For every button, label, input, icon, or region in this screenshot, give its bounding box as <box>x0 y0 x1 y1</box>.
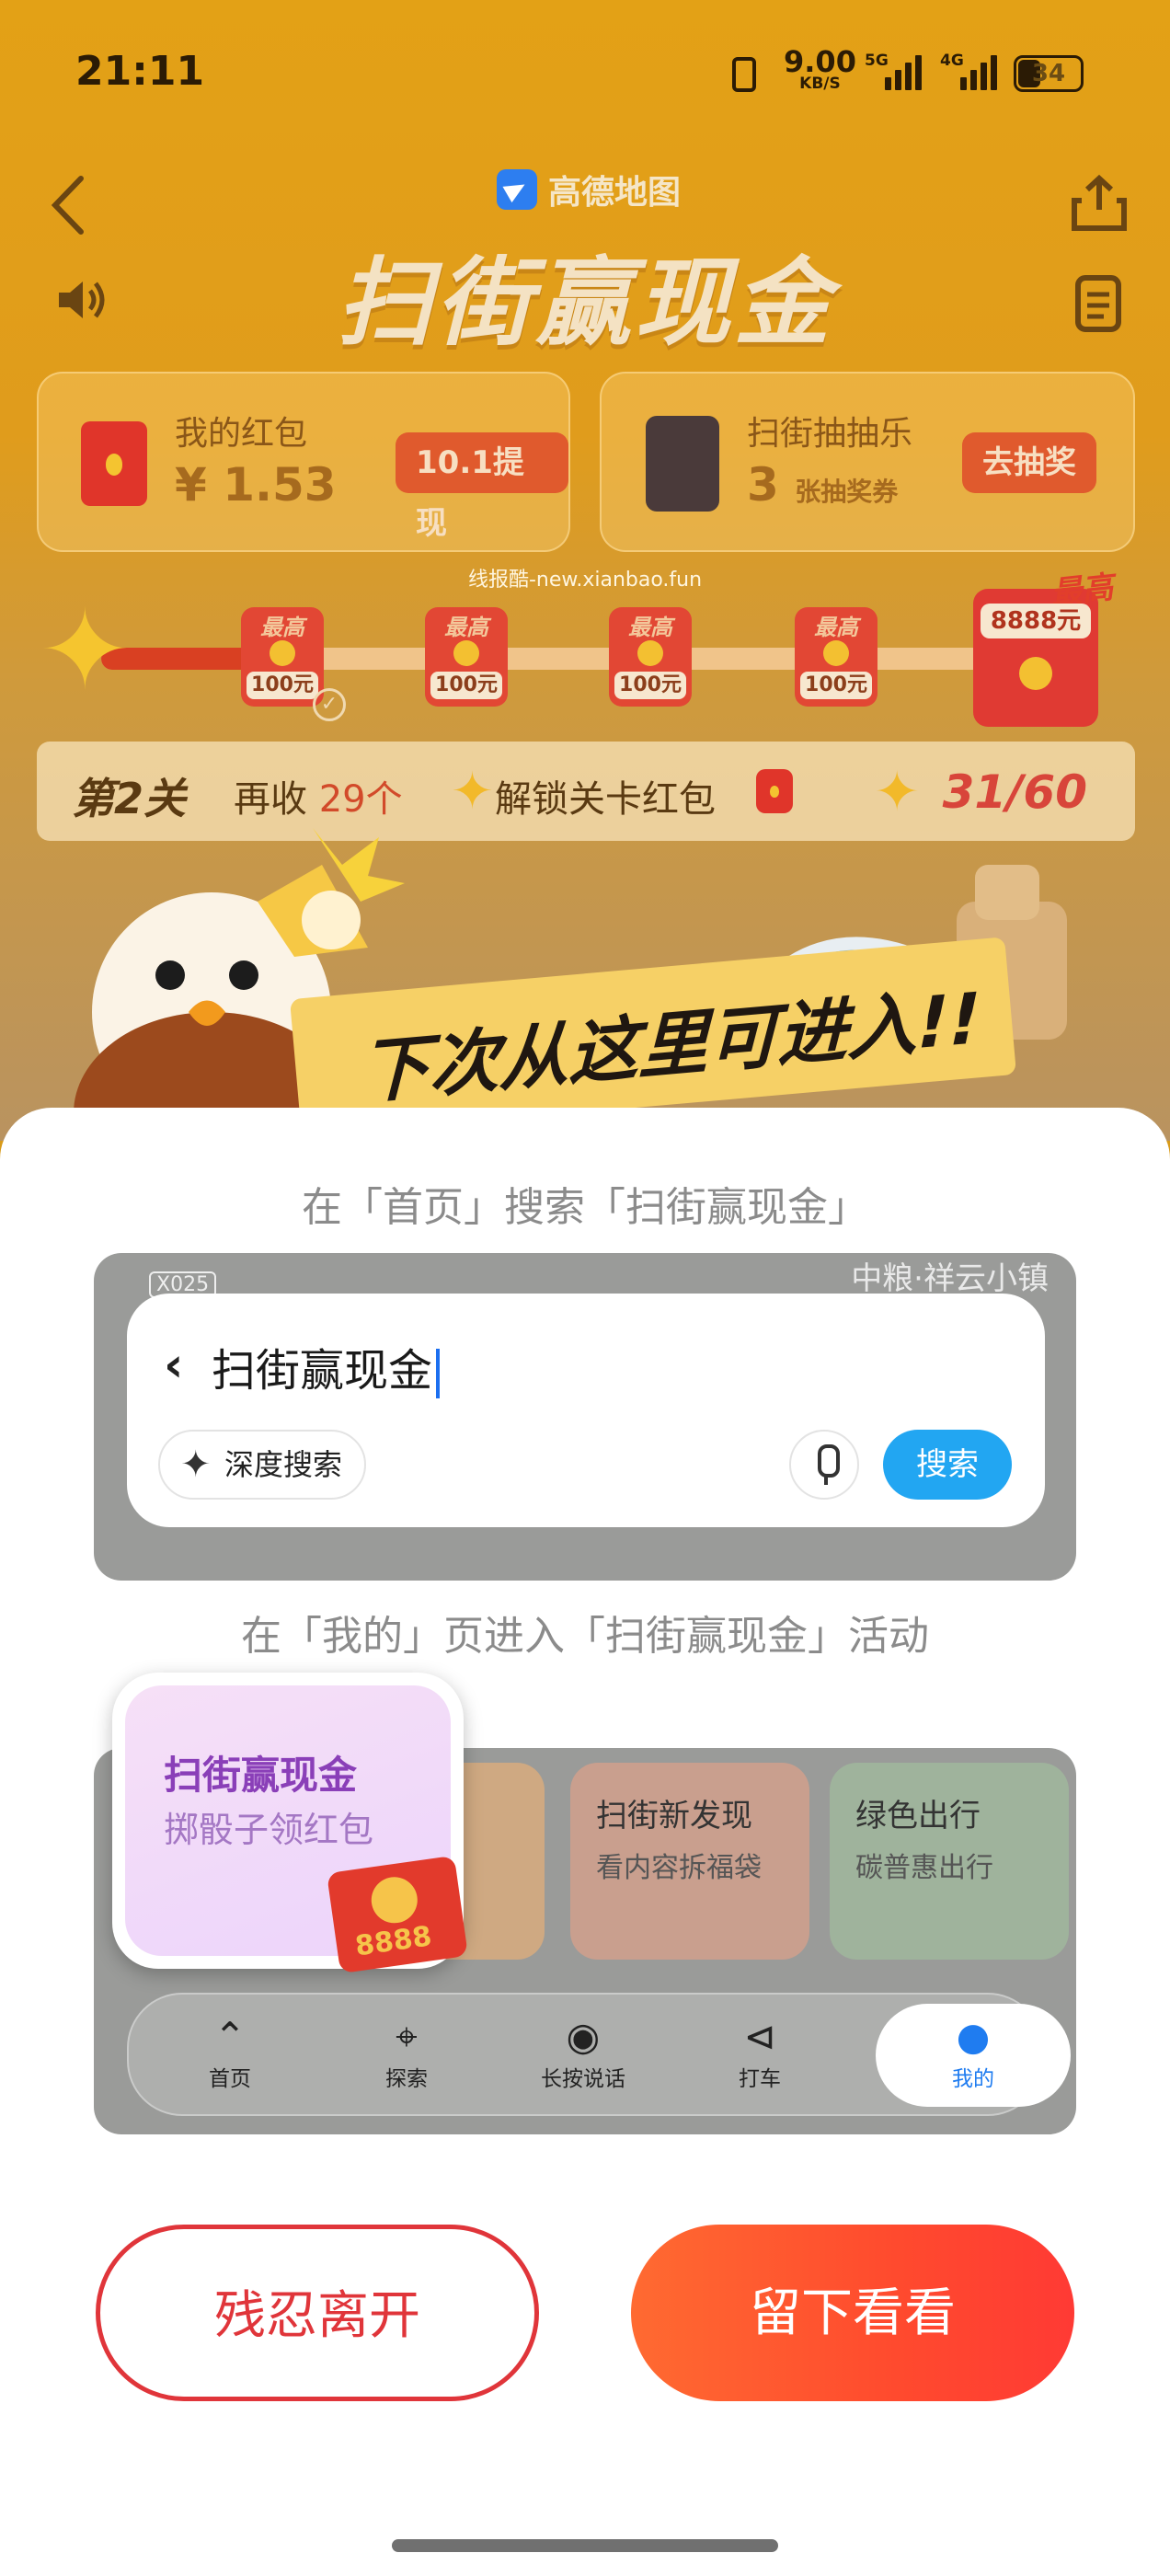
demo-tab-bar: ⌃ 首页 ⌖ 探索 ◉ 长按说话 ⊲ 打车 ● 我的 <box>127 1993 1071 2116</box>
signal-icon <box>885 48 922 90</box>
final-reward-node[interactable]: 最高 8888元 <box>973 569 1115 727</box>
map-place-label: 中粮·祥云小镇 <box>851 1260 1049 1297</box>
stay-button[interactable]: 留下看看 <box>631 2225 1074 2401</box>
highlight-title: 扫街赢现金 <box>164 1753 358 1798</box>
demo-search-card: ‹ 扫街赢现金 ✦ 深度搜索 搜索 <box>127 1294 1045 1527</box>
highlight-subtitle: 掷骰子领红包 <box>164 1810 374 1850</box>
amap-logo-icon <box>497 169 537 210</box>
location-pin-icon: ⌖ <box>396 2014 418 2059</box>
highlighted-activity-tile: 扫街赢现金 掷骰子领红包 8888 <box>112 1673 468 1974</box>
leave-button[interactable]: 残忍离开 <box>96 2225 539 2401</box>
wallet-card[interactable]: 我的红包 ¥ 1.53 10.1提现 <box>37 372 570 552</box>
reward-node[interactable]: 最高 100元 <box>425 607 508 707</box>
exit-retention-dialog: 在「首页」搜索「扫街赢现金」 X025 中粮·祥云小镇 ‹ 扫街赢现金 ✦ 深度搜… <box>0 1108 1170 2576</box>
network-speed: 9.00 KB/S <box>784 44 856 93</box>
step2-caption: 在「我的」页进入「扫街赢现金」活动 <box>241 1613 929 1660</box>
lottery-card[interactable]: 扫街抽抽乐 3 张抽奖券 去抽奖 <box>600 372 1135 552</box>
wallet-amount: ¥ 1.53 <box>175 458 337 512</box>
search-demo-image: X025 中粮·祥云小镇 ‹ 扫街赢现金 ✦ 深度搜索 搜索 <box>94 1253 1076 1581</box>
unlock-text: 解锁关卡红包 <box>495 778 716 821</box>
signal-icon-2 <box>960 48 997 90</box>
navigation-arrow-icon: ⌃ <box>213 2014 247 2059</box>
reward-node[interactable]: 最高 100元 <box>609 607 692 707</box>
red-packet-icon: 8888 <box>327 1855 468 1974</box>
draw-button[interactable]: 去抽奖 <box>962 432 1096 493</box>
level-bar: 第2关 再收 29个 ✦ 解锁关卡红包 ✦ 31/60 <box>37 742 1135 841</box>
demo-tab-home: ⌃ 首页 <box>166 2013 294 2092</box>
level-label: 第2关 <box>72 774 187 823</box>
collect-text: 再收 29个 <box>234 778 403 821</box>
demo-search-query: 扫街赢现金 <box>212 1334 441 1398</box>
vibrate-icon <box>732 57 756 92</box>
deep-search-chip: ✦ 深度搜索 <box>158 1430 367 1500</box>
demo-tab-explore: ⌖ 探索 <box>342 2013 471 2092</box>
microphone-icon <box>789 1430 859 1500</box>
withdraw-button[interactable]: 10.1提现 <box>396 432 568 542</box>
lottery-count: 3 张抽奖券 <box>747 458 899 512</box>
red-envelope-icon <box>81 421 147 506</box>
voice-orb-icon: ◉ <box>566 2014 601 2059</box>
star-icon: ✦ <box>874 760 921 824</box>
star-icon: ✦ <box>451 762 494 822</box>
sparkle-icon: ✦ <box>180 1443 212 1486</box>
step1-caption: 在「首页」搜索「扫街赢现金」 <box>302 1184 868 1231</box>
user-icon: ● <box>956 2014 991 2059</box>
battery-icon: 34 <box>1014 55 1084 92</box>
lottery-title: 扫街抽抽乐 <box>747 415 913 453</box>
chevron-left-icon: ‹ <box>164 1338 184 1393</box>
page-title: 扫街赢现金 <box>336 247 833 359</box>
app-brand: 高德地图 <box>497 166 681 213</box>
demo-tile: 绿色出行 碳普惠出行 <box>830 1763 1069 1960</box>
wallet-title: 我的红包 <box>175 415 308 453</box>
demo-tab-mine: ● 我的 <box>909 2013 1038 2092</box>
level-progress-count: 31/60 <box>942 765 1087 819</box>
sparkle-star-icon: ✦ <box>39 587 132 715</box>
phone-prize-icon <box>646 416 719 512</box>
home-indicator[interactable] <box>392 2539 778 2552</box>
taxi-icon: ⊲ <box>743 2014 776 2059</box>
reward-node[interactable]: 最高 100元 <box>795 607 878 707</box>
demo-search-button: 搜索 <box>883 1430 1012 1500</box>
red-envelope-icon <box>756 769 793 813</box>
reward-node[interactable]: 最高 100元 <box>241 607 324 707</box>
status-bar: 21:11 9.00 KB/S 5G 4G 34 <box>0 0 1170 147</box>
demo-tile: 扫街新发现 看内容拆福袋 <box>570 1763 809 1960</box>
demo-tab-taxi: ⊲ 打车 <box>695 2013 824 2092</box>
demo-tab-voice: ◉ 长按说话 <box>519 2013 648 2092</box>
checkmark-icon: ✓ <box>313 688 346 721</box>
status-time: 21:11 <box>75 48 205 95</box>
